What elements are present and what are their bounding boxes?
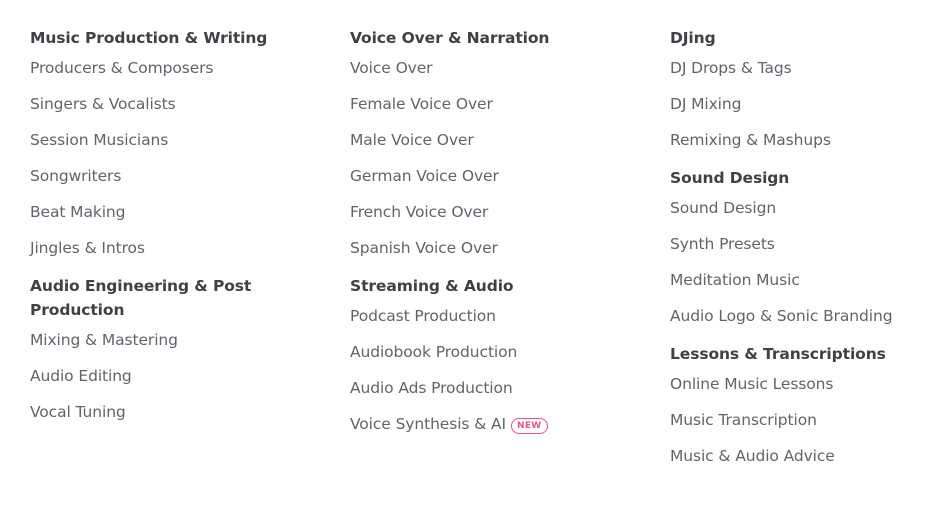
group-audio-engineering: Audio Engineering & Post Production Mixi… xyxy=(30,274,300,424)
heading-sound-design[interactable]: Sound Design xyxy=(670,166,947,190)
link-singers-vocalists[interactable]: Singers & Vocalists xyxy=(30,92,300,116)
link-beat-making[interactable]: Beat Making xyxy=(30,200,300,224)
heading-lessons-transcriptions[interactable]: Lessons & Transcriptions xyxy=(670,342,947,366)
link-podcast-production[interactable]: Podcast Production xyxy=(350,304,630,328)
menu-column-1: Music Production & Writing Producers & C… xyxy=(30,26,300,438)
menu-column-2: Voice Over & Narration Voice Over Female… xyxy=(350,26,630,450)
link-remixing-mashups[interactable]: Remixing & Mashups xyxy=(670,128,947,152)
link-male-voice-over[interactable]: Male Voice Over xyxy=(350,128,630,152)
link-vocal-tuning[interactable]: Vocal Tuning xyxy=(30,400,300,424)
group-voice-over: Voice Over & Narration Voice Over Female… xyxy=(350,26,630,260)
link-spanish-voice-over[interactable]: Spanish Voice Over xyxy=(350,236,630,260)
link-online-music-lessons[interactable]: Online Music Lessons xyxy=(670,372,947,396)
link-jingles-intros[interactable]: Jingles & Intros xyxy=(30,236,300,260)
new-badge: NEW xyxy=(511,418,548,434)
heading-audio-engineering[interactable]: Audio Engineering & Post Production xyxy=(30,274,260,322)
heading-voice-over[interactable]: Voice Over & Narration xyxy=(350,26,630,50)
link-voice-synthesis-ai[interactable]: Voice Synthesis & AI NEW xyxy=(350,412,630,436)
link-female-voice-over[interactable]: Female Voice Over xyxy=(350,92,630,116)
link-mixing-mastering[interactable]: Mixing & Mastering xyxy=(30,328,300,352)
menu-column-3: DJing DJ Drops & Tags DJ Mixing Remixing… xyxy=(670,26,947,482)
group-streaming-audio: Streaming & Audio Podcast Production Aud… xyxy=(350,274,630,436)
link-music-audio-advice[interactable]: Music & Audio Advice xyxy=(670,444,947,468)
group-music-production: Music Production & Writing Producers & C… xyxy=(30,26,300,260)
heading-djing[interactable]: DJing xyxy=(670,26,947,50)
link-session-musicians[interactable]: Session Musicians xyxy=(30,128,300,152)
heading-music-production[interactable]: Music Production & Writing xyxy=(30,26,300,50)
link-dj-drops-tags[interactable]: DJ Drops & Tags xyxy=(670,56,947,80)
link-music-transcription[interactable]: Music Transcription xyxy=(670,408,947,432)
link-french-voice-over[interactable]: French Voice Over xyxy=(350,200,630,224)
heading-streaming-audio[interactable]: Streaming & Audio xyxy=(350,274,630,298)
link-audiobook-production[interactable]: Audiobook Production xyxy=(350,340,630,364)
link-audio-ads-production[interactable]: Audio Ads Production xyxy=(350,376,630,400)
link-songwriters[interactable]: Songwriters xyxy=(30,164,300,188)
link-dj-mixing[interactable]: DJ Mixing xyxy=(670,92,947,116)
link-meditation-music[interactable]: Meditation Music xyxy=(670,268,947,292)
group-djing: DJing DJ Drops & Tags DJ Mixing Remixing… xyxy=(670,26,947,152)
category-menu: Music Production & Writing Producers & C… xyxy=(0,0,947,532)
link-audio-editing[interactable]: Audio Editing xyxy=(30,364,300,388)
link-voice-synthesis-ai-label: Voice Synthesis & AI xyxy=(350,415,507,433)
link-german-voice-over[interactable]: German Voice Over xyxy=(350,164,630,188)
group-lessons-transcriptions: Lessons & Transcriptions Online Music Le… xyxy=(670,342,947,468)
link-audio-logo-sonic-branding[interactable]: Audio Logo & Sonic Branding xyxy=(670,304,947,328)
link-sound-design[interactable]: Sound Design xyxy=(670,196,947,220)
group-sound-design: Sound Design Sound Design Synth Presets … xyxy=(670,166,947,328)
link-producers-composers[interactable]: Producers & Composers xyxy=(30,56,300,80)
link-voice-over[interactable]: Voice Over xyxy=(350,56,630,80)
link-synth-presets[interactable]: Synth Presets xyxy=(670,232,947,256)
